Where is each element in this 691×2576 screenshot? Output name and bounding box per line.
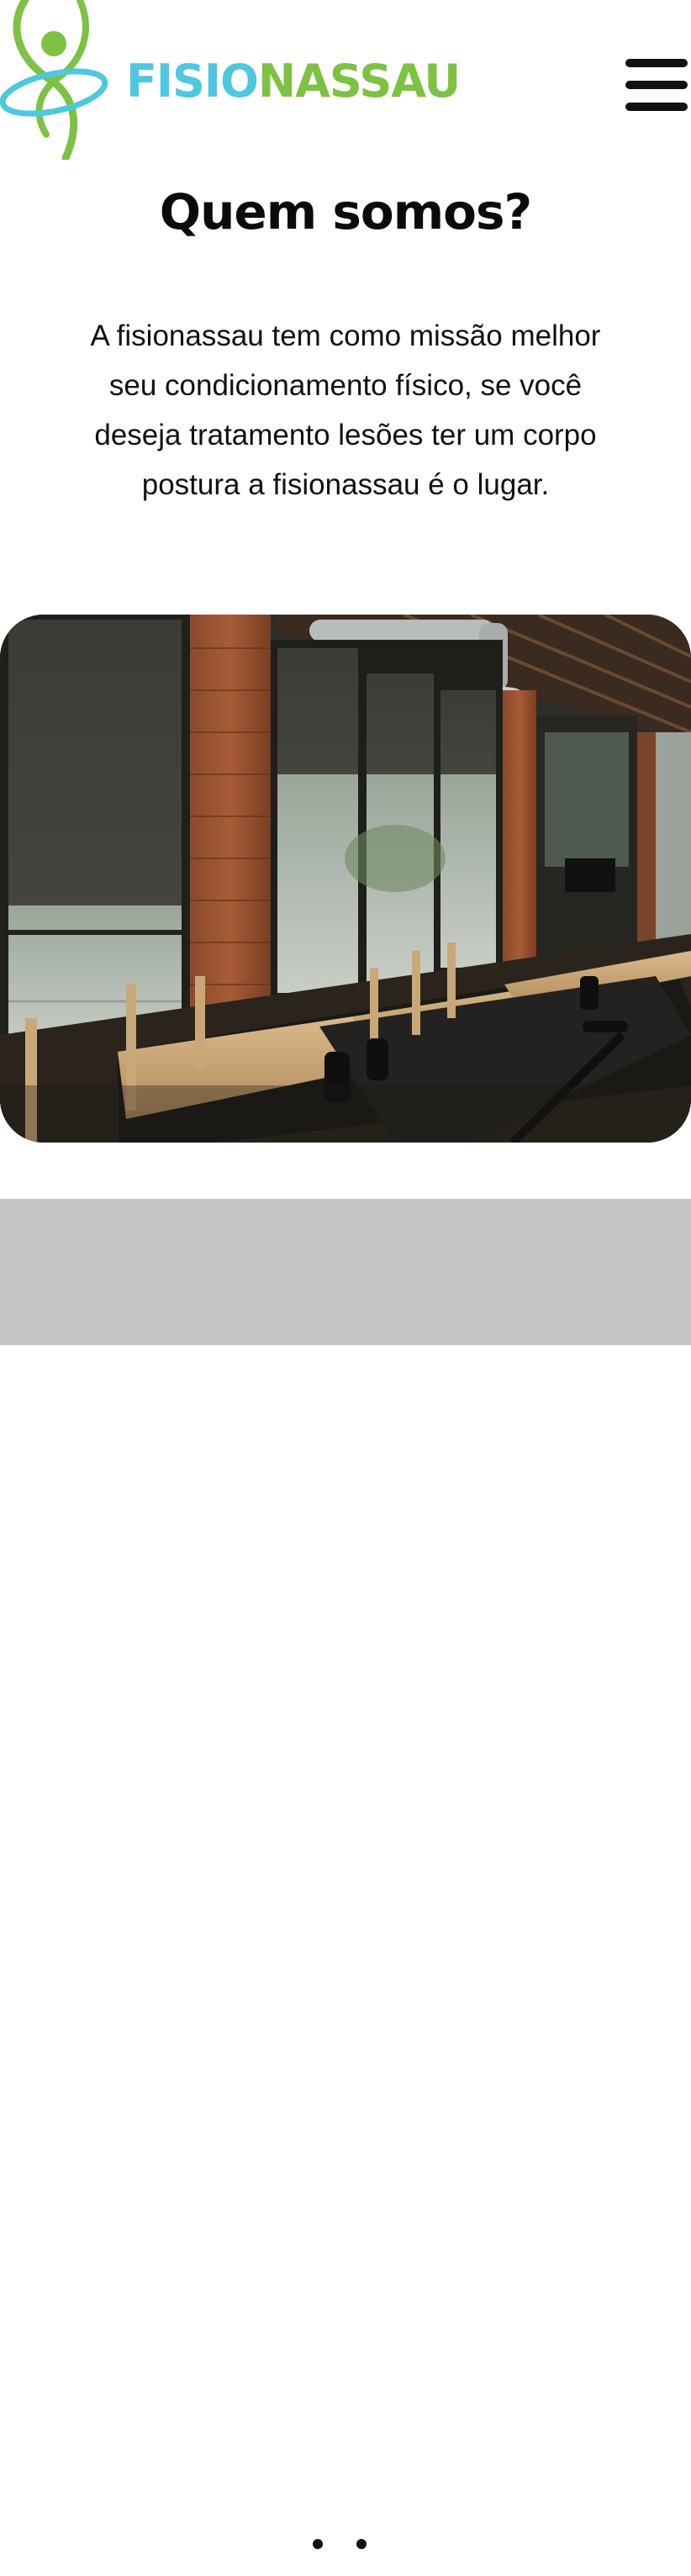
hamburger-menu-icon[interactable] xyxy=(625,57,688,113)
studio-illustration xyxy=(0,615,691,1143)
card-icon-dot xyxy=(313,2539,323,2549)
card-icon-dot xyxy=(356,2539,367,2549)
brand-name: FISIONASSAU xyxy=(126,52,461,111)
menu-bar xyxy=(625,59,688,67)
about-title: Quem somos? xyxy=(159,183,532,240)
next-section xyxy=(0,1199,691,2576)
section-card xyxy=(170,2509,521,2576)
brand-name-part2: NASSAU xyxy=(257,55,461,108)
brand-name-part1: FISIO xyxy=(126,55,259,108)
menu-bar xyxy=(625,81,688,89)
menu-bar xyxy=(625,103,688,111)
site-header: FISIONASSAU xyxy=(0,0,691,160)
about-description: A fisionassau tem como missão melhor seu… xyxy=(90,319,601,501)
logo-figure-icon xyxy=(0,0,108,160)
pilates-studio-photo xyxy=(0,615,691,1143)
